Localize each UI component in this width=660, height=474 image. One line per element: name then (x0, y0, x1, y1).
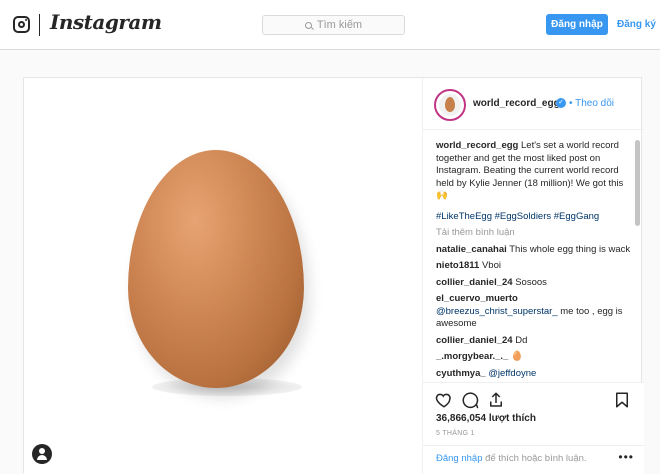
avatar-egg (445, 97, 455, 112)
comments-scrollbar[interactable] (635, 140, 640, 226)
comment-text: Sosoos (515, 276, 547, 288)
comments-list[interactable]: world_record_egg Let's set a world recor… (436, 140, 632, 382)
login-button[interactable]: Đăng nhập (546, 14, 608, 35)
bookmark-icon[interactable] (613, 391, 631, 409)
comment-text: Dd (515, 334, 528, 346)
comment-username[interactable]: collier_daniel_24 (436, 335, 513, 346)
egg-image (128, 150, 304, 388)
search-input[interactable]: Tìm kiếm (262, 15, 405, 35)
search-icon (304, 21, 312, 29)
avatar-image (439, 94, 461, 116)
caption-hashtags[interactable]: #LikeTheEgg #EggSoldiers #EggGang (436, 211, 632, 224)
load-more-comments[interactable]: Tải thêm bình luận (436, 227, 632, 240)
comment-username[interactable]: cyuthmya_ (436, 368, 486, 379)
post-image[interactable] (24, 78, 422, 474)
avatar[interactable] (434, 89, 466, 121)
follow-link[interactable]: • Theo dõi (569, 98, 614, 109)
list-item: collier_daniel_24 Dd (436, 335, 632, 348)
comment-username[interactable]: collier_daniel_24 (436, 277, 513, 288)
comment-mention[interactable]: @jeffdoyne (488, 368, 536, 379)
signup-link[interactable]: Đăng ký (617, 19, 656, 30)
post-card: world_record_egg ✓ • Theo dõi world_reco… (23, 77, 644, 474)
top-navigation-bar: Instagram Tìm kiếm Đăng nhập Đăng ký (0, 0, 660, 50)
post-header: world_record_egg ✓ • Theo dõi (423, 78, 644, 130)
comment-icon[interactable] (461, 391, 479, 409)
list-item: el_cuervo_muerto @breezus_christ_superst… (436, 293, 632, 331)
heart-icon[interactable] (435, 391, 453, 409)
more-options-icon[interactable]: ••• (618, 450, 634, 464)
share-icon[interactable] (487, 391, 505, 409)
caption-username[interactable]: world_record_egg (436, 140, 518, 151)
list-item: nieto1811 Vboi (436, 260, 632, 273)
login-prompt-text: để thích hoặc bình luận. (482, 453, 587, 464)
instagram-wordmark[interactable]: Instagram (50, 10, 162, 34)
follow-label: Theo dõi (575, 98, 615, 109)
search-placeholder: Tìm kiếm (316, 19, 363, 31)
like-count[interactable]: 36,866,054 lượt thích (436, 413, 536, 424)
comment-text: Vboi (481, 260, 501, 271)
post-username[interactable]: world_record_egg (473, 98, 560, 109)
comment-text: 🥚 (511, 351, 523, 362)
post-sidebar: world_record_egg ✓ • Theo dõi world_reco… (422, 78, 644, 474)
user-icon[interactable] (32, 444, 52, 464)
post-date: 5 THÁNG 1 (436, 430, 475, 437)
comment-username[interactable]: _.morgybear._._ (436, 351, 508, 362)
list-item: natalie_canahai This whole egg thing is … (436, 244, 632, 257)
instagram-logo-icon[interactable] (13, 16, 30, 33)
login-prompt: Đăng nhập để thích hoặc bình luận. (423, 445, 644, 471)
login-prompt-link[interactable]: Đăng nhập (436, 453, 482, 464)
verified-icon: ✓ (556, 98, 566, 108)
post-actions: 36,866,054 lượt thích 5 THÁNG 1 Đăng nhậ… (423, 382, 644, 474)
comment-mention[interactable]: @breezus_christ_superstar_ (436, 306, 558, 317)
list-item: collier_daniel_24 Sosoos (436, 277, 632, 290)
logo-divider (39, 14, 40, 36)
comment-username[interactable]: nieto1811 (436, 260, 479, 271)
list-item: cyuthmya_ @jeffdoyne (436, 368, 632, 381)
list-item: _.morgybear._._ 🥚 (436, 351, 632, 364)
comment-username[interactable]: el_cuervo_muerto (436, 293, 518, 304)
comment-text: This whole egg thing is wack (509, 243, 631, 255)
caption: world_record_egg Let's set a world recor… (436, 140, 632, 203)
comment-username[interactable]: natalie_canahai (436, 244, 507, 255)
